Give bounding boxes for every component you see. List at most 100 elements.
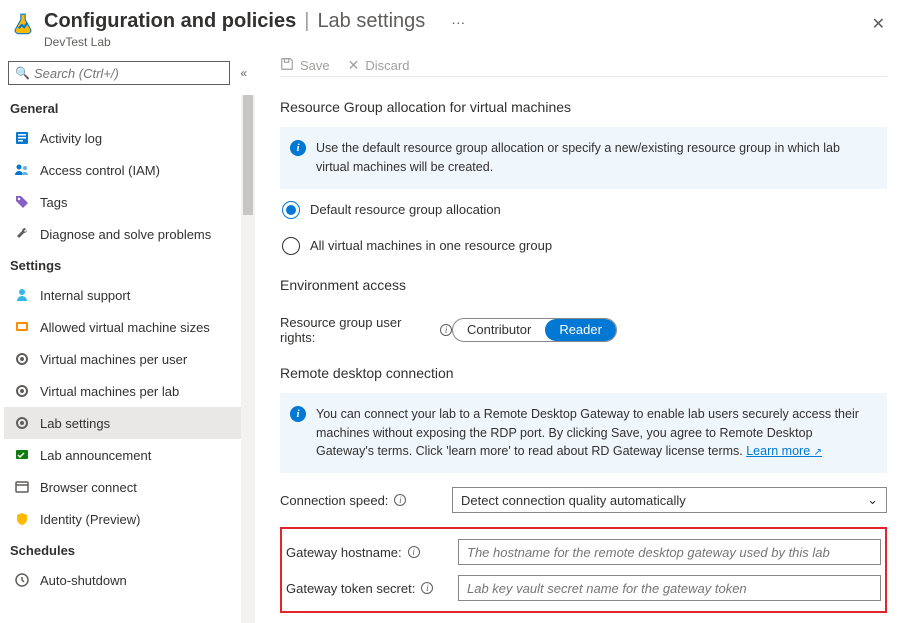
radio-icon [282,201,300,219]
sidebar: 🔍 « General Activity log Access control … [0,55,256,623]
gear-icon [14,383,30,399]
info-hint-icon[interactable]: i [394,494,406,506]
sidebar-item-identity[interactable]: Identity (Preview) [4,503,241,535]
sidebar-item-label: Allowed virtual machine sizes [40,320,210,335]
rights-contributor[interactable]: Contributor [453,319,545,341]
info-icon: i [290,140,306,156]
sidebar-item-lab-announcement[interactable]: Lab announcement [4,439,241,471]
sidebar-item-vm-per-lab[interactable]: Virtual machines per lab [4,375,241,407]
sidebar-item-label: Virtual machines per user [40,352,187,367]
page-title-main: Configuration and policies [44,10,296,33]
sidebar-item-label: Lab announcement [40,448,151,463]
iam-icon [14,162,30,178]
radio-one-rg[interactable]: All virtual machines in one resource gro… [282,237,887,255]
sidebar-item-label: Browser connect [40,480,137,495]
sidebar-item-diagnose[interactable]: Diagnose and solve problems [4,218,241,250]
announcement-icon [14,447,30,463]
breadcrumb: DevTest Lab [44,35,868,49]
learn-more-link[interactable]: Learn more ↗ [746,444,822,458]
gateway-highlight-box: Gateway hostname: i Gateway token secret… [280,527,887,613]
sidebar-item-label: Access control (IAM) [40,163,160,178]
clock-icon [14,572,30,588]
wrench-icon [14,226,30,242]
env-rights-label: Resource group user rights: i [280,315,452,345]
toolbar: Save ✕ Discard [280,55,887,77]
discard-label: Discard [365,58,409,73]
dropdown-value: Detect connection quality automatically [461,493,686,508]
section-rg-title: Resource Group allocation for virtual ma… [280,99,887,115]
section-env-title: Environment access [280,277,887,293]
sidebar-item-vm-sizes[interactable]: Allowed virtual machine sizes [4,311,241,343]
log-icon [14,130,30,146]
more-dots-icon[interactable]: ··· [451,14,465,30]
search-input-wrap[interactable]: 🔍 [8,61,230,85]
external-link-icon: ↗ [814,447,822,458]
sidebar-item-vm-per-user[interactable]: Virtual machines per user [4,343,241,375]
sidebar-item-lab-settings[interactable]: Lab settings [4,407,241,439]
discard-icon: ✕ [348,57,360,74]
sidebar-item-label: Internal support [40,288,130,303]
gw-token-label: Gateway token secret: i [286,581,458,596]
sidebar-item-activity-log[interactable]: Activity log [4,122,241,154]
info-hint-icon[interactable]: i [408,546,420,558]
rdp-info-text: You can connect your lab to a Remote Des… [316,405,873,461]
info-hint-icon[interactable]: i [421,582,433,594]
conn-speed-dropdown[interactable]: Detect connection quality automatically … [452,487,887,513]
gw-token-input[interactable] [458,575,881,601]
radio-label: Default resource group allocation [310,202,501,217]
sidebar-item-label: Auto-shutdown [40,573,127,588]
blade-header: Configuration and policies | Lab setting… [0,0,905,55]
search-input[interactable] [34,66,223,81]
scrollbar-thumb[interactable] [243,95,253,215]
content-pane: Save ✕ Discard Resource Group allocation… [256,55,905,623]
conn-speed-label: Connection speed: i [280,493,452,508]
rdp-info-box: i You can connect your lab to a Remote D… [280,393,887,473]
close-icon[interactable]: ✕ [868,10,889,38]
sizes-icon [14,319,30,335]
sidebar-scrollbar[interactable] [241,95,255,623]
info-hint-icon[interactable]: i [440,324,452,336]
sidebar-item-label: Virtual machines per lab [40,384,179,399]
search-icon: 🔍 [15,66,30,80]
sidebar-item-label: Identity (Preview) [40,512,140,527]
gear-icon [14,415,30,431]
sidebar-item-browser-connect[interactable]: Browser connect [4,471,241,503]
person-icon [14,287,30,303]
radio-icon [282,237,300,255]
sidebar-item-tags[interactable]: Tags [4,186,241,218]
radio-default-rg[interactable]: Default resource group allocation [282,201,887,219]
collapse-sidebar-icon[interactable]: « [240,66,247,80]
identity-icon [14,511,30,527]
rights-toggle[interactable]: Contributor Reader [452,318,617,342]
save-button[interactable]: Save [280,57,330,74]
rights-reader[interactable]: Reader [545,319,616,341]
sidebar-nav: General Activity log Access control (IAM… [0,93,255,596]
info-icon: i [290,406,306,422]
tag-icon [14,194,30,210]
sidebar-item-label: Tags [40,195,67,210]
flask-icon [10,12,36,38]
nav-group-schedules: Schedules [4,535,241,564]
title-separator: | [304,10,309,33]
sidebar-item-internal-support[interactable]: Internal support [4,279,241,311]
rg-info-box: i Use the default resource group allocat… [280,127,887,189]
nav-group-settings: Settings [4,250,241,279]
gw-host-input[interactable] [458,539,881,565]
page-title-sub: Lab settings [317,10,425,33]
sidebar-item-label: Activity log [40,131,102,146]
gw-host-label: Gateway hostname: i [286,545,458,560]
rg-info-text: Use the default resource group allocatio… [316,139,873,177]
sidebar-item-label: Diagnose and solve problems [40,227,211,242]
sidebar-item-label: Lab settings [40,416,110,431]
browser-icon [14,479,30,495]
discard-button[interactable]: ✕ Discard [348,57,410,74]
save-icon [280,57,294,74]
section-rdp-title: Remote desktop connection [280,365,887,381]
chevron-down-icon: ⌄ [867,492,878,508]
sidebar-item-auto-shutdown[interactable]: Auto-shutdown [4,564,241,596]
sidebar-item-access-control[interactable]: Access control (IAM) [4,154,241,186]
save-label: Save [300,58,330,73]
gear-icon [14,351,30,367]
nav-group-general: General [4,93,241,122]
radio-label: All virtual machines in one resource gro… [310,238,552,253]
